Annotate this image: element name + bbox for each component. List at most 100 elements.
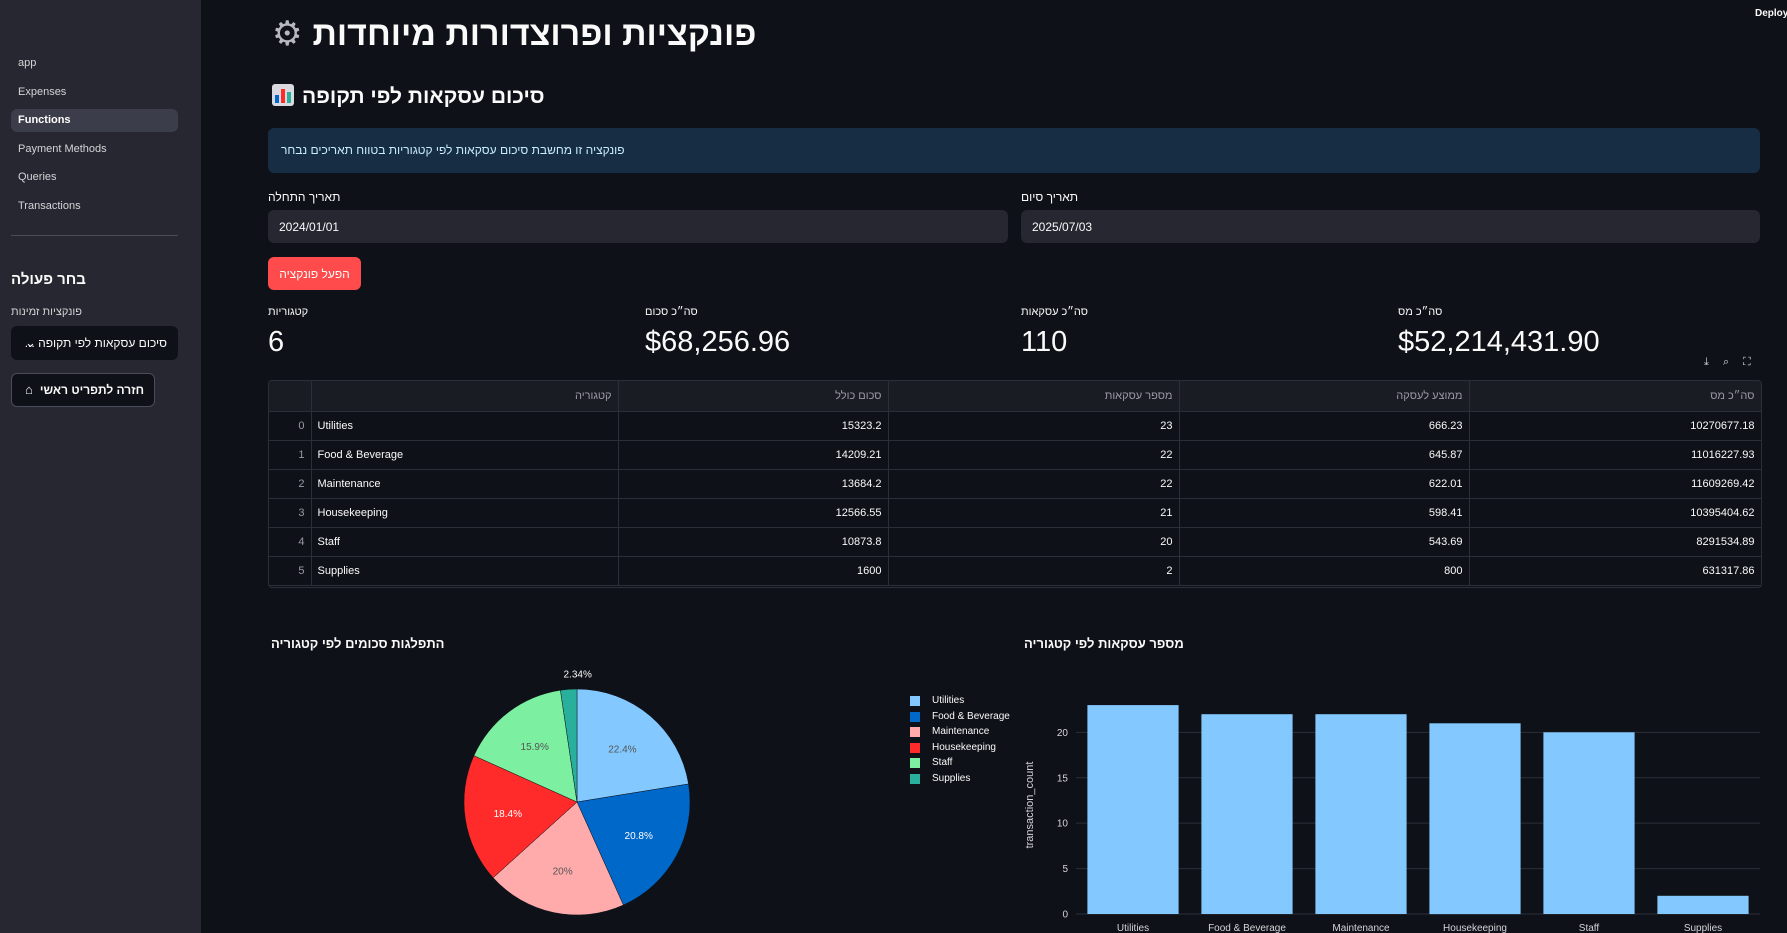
start-date-input[interactable]: 2024/01/01 bbox=[268, 210, 1008, 243]
table-cell[interactable]: 3 bbox=[269, 498, 312, 528]
back-to-main-label: חזרה לתפריט ראשי bbox=[39, 383, 144, 397]
end-date-label: תאריך סיום bbox=[1021, 190, 1079, 204]
table-cell[interactable]: 12566.55 bbox=[618, 498, 889, 528]
bar[interactable] bbox=[1315, 714, 1407, 914]
table-cell[interactable]: 11016227.93 bbox=[1469, 440, 1761, 470]
table-header-transaction-count[interactable]: מספר עסקאות bbox=[888, 381, 1180, 412]
table-cell[interactable]: 1 bbox=[269, 440, 312, 470]
y-tick-label: 15 bbox=[1057, 773, 1069, 784]
pie-slice-label: 20.8% bbox=[625, 831, 653, 842]
sidebar-nav: app Expenses Functions Payment Methods Q… bbox=[11, 52, 178, 223]
deploy-button[interactable]: Deploy bbox=[1755, 8, 1787, 19]
table-cell[interactable]: 11609269.42 bbox=[1469, 469, 1761, 499]
table-cell[interactable]: Staff bbox=[311, 527, 619, 557]
table-header-total-tax[interactable]: סה״כ מס bbox=[1469, 381, 1761, 412]
table-header-index[interactable] bbox=[269, 381, 312, 412]
table-cell[interactable]: 2 bbox=[888, 556, 1180, 586]
table-cell[interactable]: 598.41 bbox=[1179, 498, 1470, 528]
y-axis-label: transaction_count bbox=[1024, 762, 1036, 849]
info-text: פונקציה זו מחשבת סיכום עסקאות לפי קטגורי… bbox=[281, 143, 625, 157]
y-tick-label: 5 bbox=[1062, 864, 1068, 875]
sidebar-item-expenses[interactable]: Expenses bbox=[11, 81, 178, 104]
table-cell[interactable]: Food & Beverage bbox=[311, 440, 619, 470]
table-cell[interactable]: Housekeeping bbox=[311, 498, 619, 528]
search-icon[interactable]: ⌕ bbox=[1723, 356, 1729, 369]
fullscreen-icon[interactable]: ⛶ bbox=[1743, 356, 1751, 369]
legend-swatch bbox=[910, 758, 920, 769]
y-tick-label: 0 bbox=[1062, 910, 1068, 921]
table-cell[interactable]: 14209.21 bbox=[618, 440, 889, 470]
pie-slice-label: 20% bbox=[553, 867, 573, 878]
table-cell[interactable]: 23 bbox=[888, 411, 1180, 441]
x-tick-label: Housekeeping bbox=[1443, 923, 1507, 933]
legend-label: Food & Beverage bbox=[932, 710, 1010, 722]
table-header-avg-per-transaction[interactable]: ממוצע לעסקה bbox=[1179, 381, 1470, 412]
download-icon[interactable]: ⤓ bbox=[1704, 356, 1709, 369]
end-date-input[interactable]: 2025/07/03 bbox=[1021, 210, 1760, 243]
table-cell[interactable]: 800 bbox=[1179, 556, 1470, 586]
table-cell[interactable]: 22 bbox=[888, 440, 1180, 470]
bar[interactable] bbox=[1543, 732, 1635, 914]
bar[interactable] bbox=[1429, 723, 1521, 915]
table-cell[interactable]: Utilities bbox=[311, 411, 619, 441]
table-cell[interactable]: Supplies bbox=[311, 556, 619, 586]
table-cell[interactable]: 622.01 bbox=[1179, 469, 1470, 499]
gear-icon: ⚙ bbox=[272, 15, 303, 53]
section-subtitle-text: סיכום עסקאות לפי תקופה bbox=[302, 85, 545, 108]
table-cell[interactable]: 22 bbox=[888, 469, 1180, 499]
section-subtitle: סיכום עסקאות לפי תקופה bbox=[272, 84, 544, 109]
table-cell[interactable]: 645.87 bbox=[1179, 440, 1470, 470]
sidebar-heading: בחר פעולה bbox=[11, 271, 86, 288]
table-cell[interactable]: 2 bbox=[269, 469, 312, 499]
table-cell[interactable]: 543.69 bbox=[1179, 527, 1470, 557]
sidebar-item-app[interactable]: app bbox=[11, 52, 178, 75]
table-cell[interactable]: 10270677.18 bbox=[1469, 411, 1761, 441]
bar[interactable] bbox=[1087, 705, 1179, 914]
table-cell[interactable]: 1600 bbox=[618, 556, 889, 586]
run-function-button[interactable]: הפעל פונקציה bbox=[268, 257, 361, 290]
bar[interactable] bbox=[1201, 714, 1293, 914]
table-cell[interactable]: 666.23 bbox=[1179, 411, 1470, 441]
start-date-label: תאריך התחלה bbox=[268, 190, 341, 204]
table-row: 0 Utilities 15323.2 23 666.23 10270677.1… bbox=[269, 411, 1761, 441]
x-tick-label: Supplies bbox=[1684, 923, 1722, 933]
pie-chart: 22.4% 20.8% 20% 18.4% 15.9% 2.34% bbox=[463, 670, 691, 916]
table-cell[interactable]: 0 bbox=[269, 411, 312, 441]
sidebar-item-queries[interactable]: Queries bbox=[11, 166, 178, 189]
function-select[interactable]: ⌄ סיכום עסקאות לפי תקופה ... bbox=[11, 326, 178, 360]
table-cell[interactable]: 15323.2 bbox=[618, 411, 889, 441]
legend-label: Housekeeping bbox=[932, 741, 996, 753]
legend-label: Maintenance bbox=[932, 726, 990, 738]
metric-label-total-tax: סה״כ מס bbox=[1398, 306, 1443, 318]
y-tick-label: 10 bbox=[1057, 819, 1069, 830]
table-row: 4 Staff 10873.8 20 543.69 8291534.89 bbox=[269, 527, 1761, 557]
back-to-main-button[interactable]: ⌂ חזרה לתפריט ראשי bbox=[11, 373, 155, 407]
sidebar-item-payment-methods[interactable]: Payment Methods bbox=[11, 138, 178, 161]
table-cell[interactable]: 4 bbox=[269, 527, 312, 557]
sidebar-item-transactions[interactable]: Transactions bbox=[11, 195, 178, 218]
bar[interactable] bbox=[1657, 895, 1749, 914]
info-box: פונקציה זו מחשבת סיכום עסקאות לפי קטגורי… bbox=[268, 128, 1760, 173]
legend-swatch bbox=[910, 742, 920, 753]
metric-label-total-transactions: סה״כ עסקאות bbox=[1021, 306, 1089, 318]
house-icon: ⌂ bbox=[25, 382, 33, 397]
sidebar-divider bbox=[11, 235, 178, 236]
pie-chart-title: התפלגות סכומים לפי קטגוריה bbox=[271, 636, 445, 651]
table-cell[interactable]: 13684.2 bbox=[618, 469, 889, 499]
table-cell[interactable]: 631317.86 bbox=[1469, 556, 1761, 586]
table-header-total-amount[interactable]: סכום כולל bbox=[618, 381, 889, 412]
function-select-label: פונקציות זמינות bbox=[11, 306, 82, 318]
table-cell[interactable]: Maintenance bbox=[311, 469, 619, 499]
table-cell[interactable]: 10873.8 bbox=[618, 527, 889, 557]
table-cell[interactable]: 20 bbox=[888, 527, 1180, 557]
pie-slice-label: 2.34% bbox=[564, 670, 592, 680]
table-cell[interactable]: 8291534.89 bbox=[1469, 527, 1761, 557]
table-cell[interactable]: 21 bbox=[888, 498, 1180, 528]
bar-chart-icon bbox=[272, 84, 294, 106]
table-row: 3 Housekeeping 12566.55 21 598.41 103954… bbox=[269, 498, 1761, 528]
sidebar-item-functions[interactable]: Functions bbox=[11, 109, 178, 132]
table-header-category[interactable]: קטגוריה bbox=[311, 381, 619, 412]
table-cell[interactable]: 5 bbox=[269, 556, 312, 586]
table-cell[interactable]: 10395404.62 bbox=[1469, 498, 1761, 528]
legend-swatch bbox=[910, 711, 920, 722]
